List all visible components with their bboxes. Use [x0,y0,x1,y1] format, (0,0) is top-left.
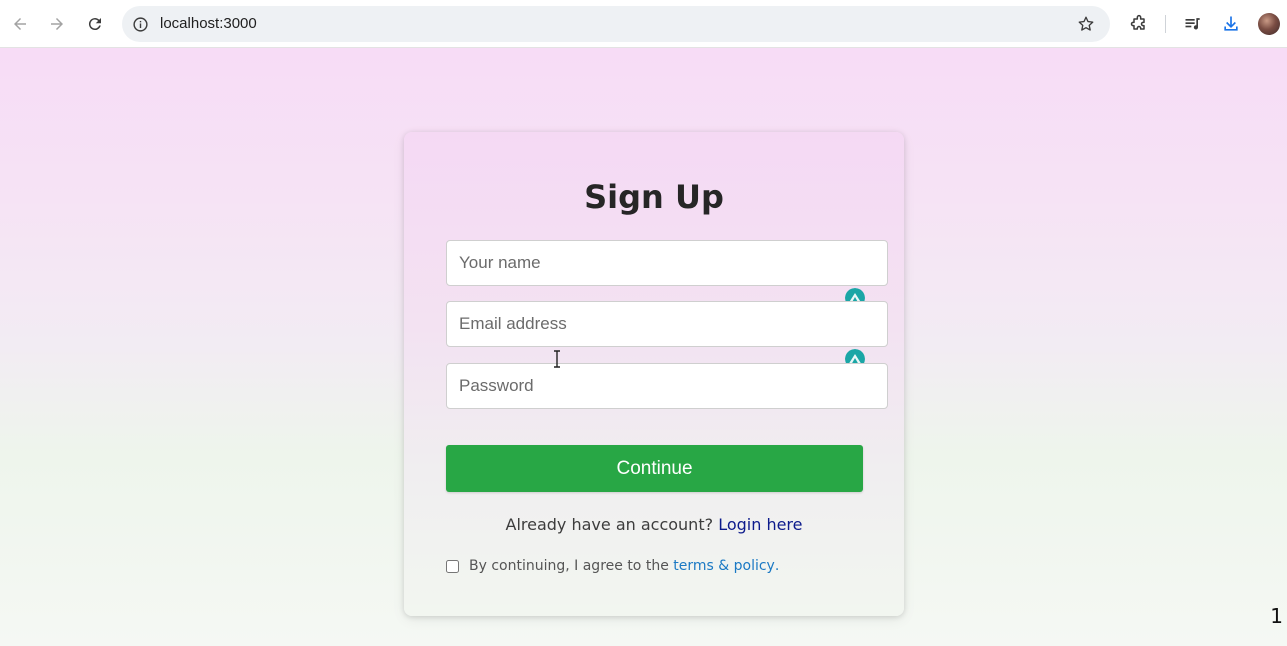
profile-avatar[interactable] [1258,13,1280,35]
back-button[interactable] [5,9,35,39]
extensions-icon[interactable] [1127,12,1151,36]
login-link[interactable]: Login here [718,515,802,534]
forward-button[interactable] [42,9,72,39]
terms-checkbox[interactable] [446,559,459,573]
download-icon[interactable] [1219,12,1243,36]
password-input[interactable] [446,363,888,409]
email-input[interactable] [446,301,888,347]
terms-agreement: By continuing, I agree to the terms & po… [446,558,779,574]
login-prompt-text: Already have an account? [505,515,714,534]
page-background: Sign Up Continue Already have an account… [0,48,1287,646]
back-icon [14,18,26,30]
terms-link[interactable]: terms & policy [673,558,775,574]
address-bar[interactable]: localhost:3000 [122,6,1110,42]
forward-icon [51,18,63,30]
name-input[interactable] [446,240,888,286]
browser-toolbar: localhost:3000 [0,0,1287,48]
reload-icon [88,18,101,31]
page-title: Sign Up [584,178,724,216]
toolbar-divider [1165,15,1166,33]
url-text[interactable]: localhost:3000 [160,15,257,32]
terms-text: By continuing, I agree to the [469,558,669,574]
corner-number: 1 [1270,604,1283,628]
media-control-icon[interactable] [1181,12,1205,36]
signup-card: Sign Up Continue Already have an account… [404,132,904,616]
reload-button[interactable] [80,9,110,39]
bookmark-star-icon[interactable] [1076,14,1096,34]
site-info-icon[interactable] [130,14,150,34]
login-prompt-line: Already have an account? Login here [404,515,904,534]
text-cursor-icon [554,350,560,368]
terms-period: . [774,558,780,574]
continue-button[interactable]: Continue [446,445,863,492]
